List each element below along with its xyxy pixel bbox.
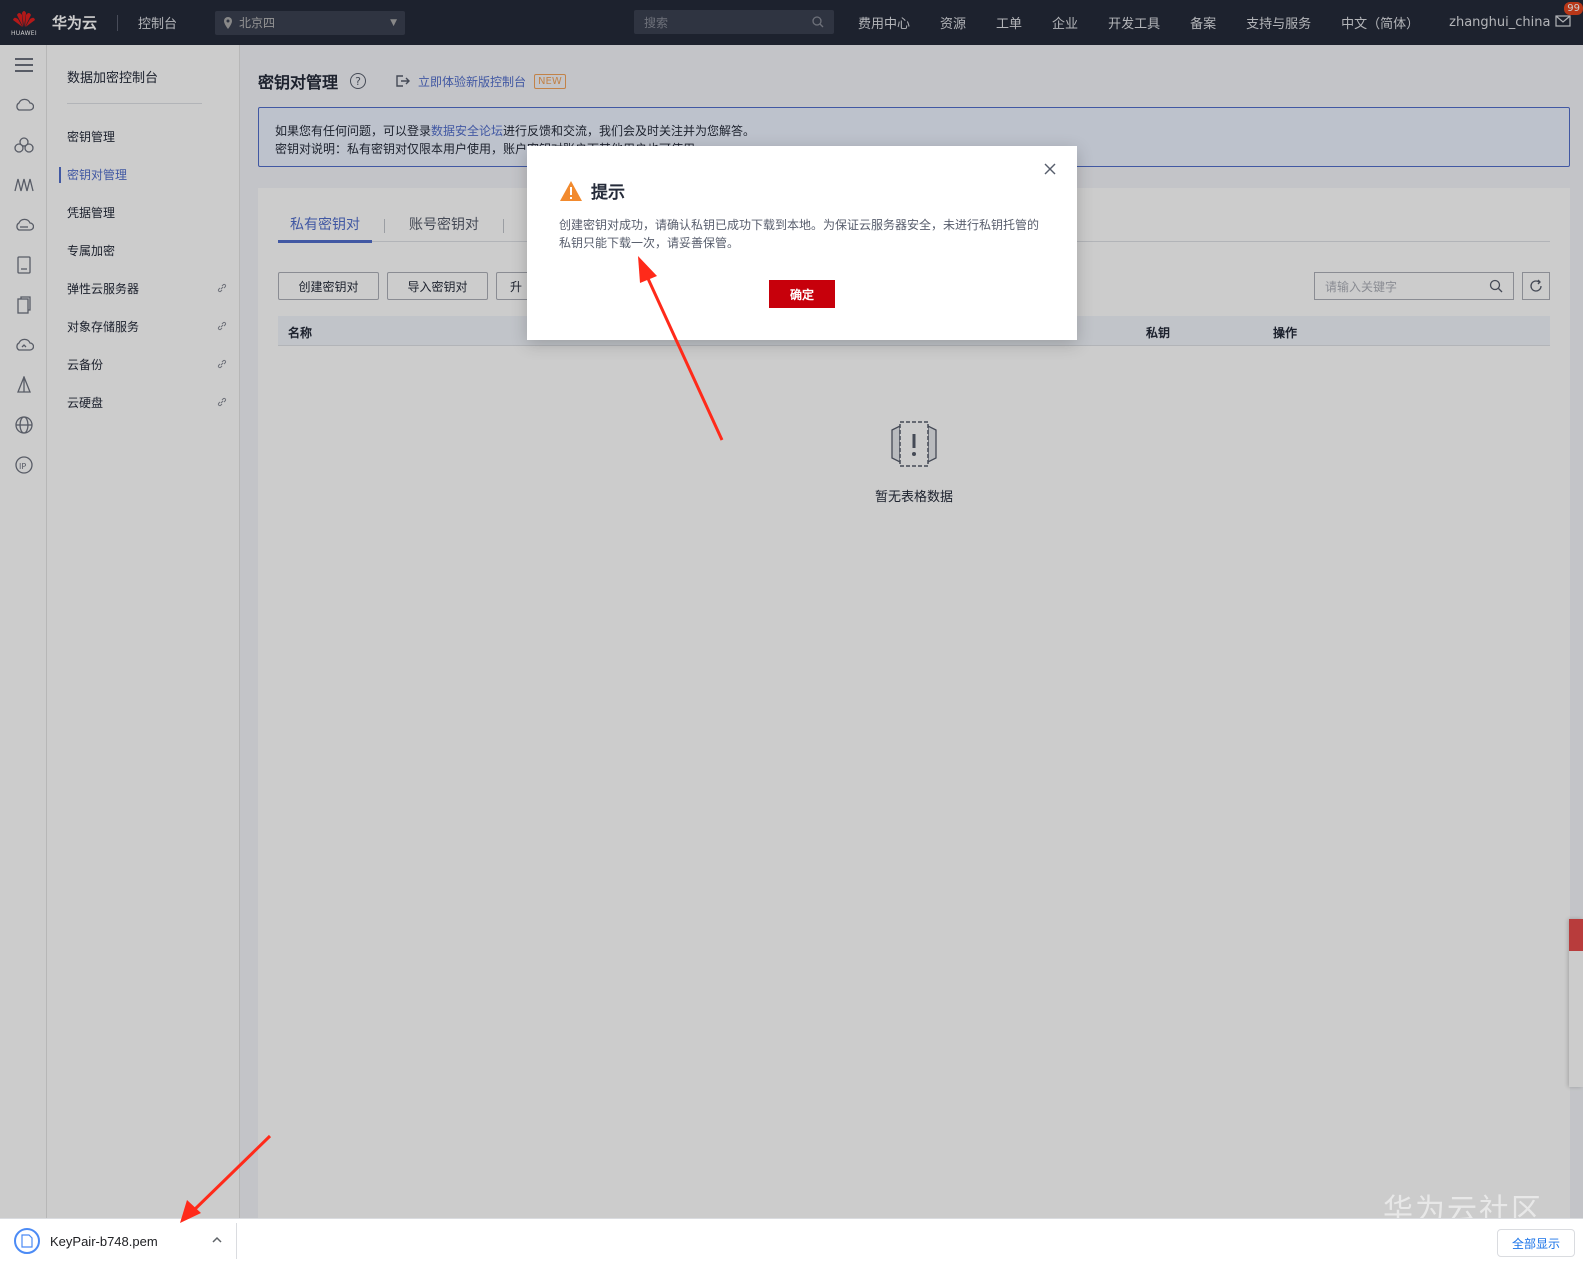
download-item[interactable]: KeyPair-b748.pem bbox=[14, 1225, 236, 1257]
dialog-header: 提示 bbox=[559, 178, 625, 203]
dialog-title: 提示 bbox=[591, 183, 625, 203]
show-all-downloads-button[interactable]: 全部显示 bbox=[1497, 1229, 1575, 1257]
divider bbox=[236, 1223, 237, 1259]
dialog-message: 创建密钥对成功，请确认私钥已成功下载到本地。为保证云服务器安全，未进行私钥托管的… bbox=[559, 218, 1040, 250]
file-icon bbox=[14, 1228, 40, 1254]
download-bar: KeyPair-b748.pem 全部显示 bbox=[0, 1218, 1583, 1261]
download-filename: KeyPair-b748.pem bbox=[50, 1233, 158, 1249]
confirm-button[interactable]: 确定 bbox=[769, 280, 835, 308]
chevron-up-icon[interactable] bbox=[212, 1235, 222, 1245]
close-icon[interactable] bbox=[1043, 162, 1057, 176]
prompt-dialog: 提示 创建密钥对成功，请确认私钥已成功下载到本地。为保证云服务器安全，未进行私钥… bbox=[527, 146, 1077, 340]
warning-icon bbox=[560, 180, 582, 201]
